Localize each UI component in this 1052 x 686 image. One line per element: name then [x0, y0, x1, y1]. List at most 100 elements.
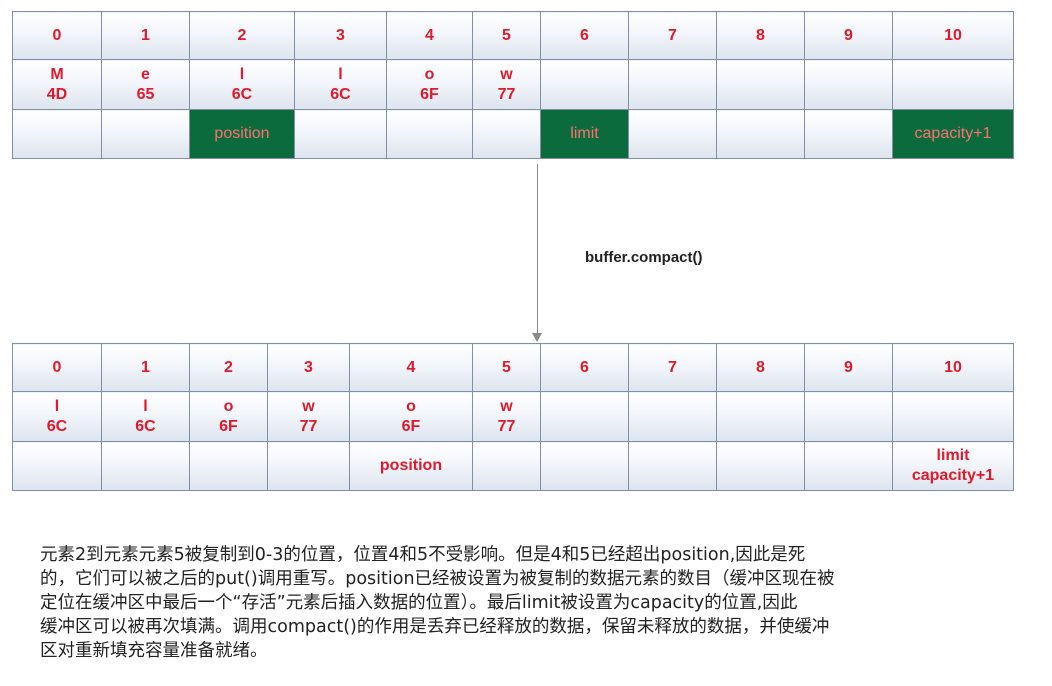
- index-cell: 9: [804, 11, 893, 60]
- value-row: l 6C l 6C o 6F w 77 o 6F w 77: [12, 391, 1014, 442]
- marker-row: position limit capacity+1: [12, 109, 1014, 159]
- value-cell: o 6F: [386, 59, 473, 110]
- value-cell: [628, 391, 717, 442]
- char-label: l: [143, 397, 148, 415]
- capacity-marker: capacity+1: [892, 109, 1014, 159]
- hex-label: 6C: [330, 85, 351, 103]
- marker-cell: [101, 441, 190, 491]
- index-cell: 3: [267, 343, 350, 392]
- value-cell: [892, 391, 1014, 442]
- index-cell: 1: [101, 343, 190, 392]
- char-label: M: [50, 65, 64, 83]
- buffer-after-compact: 0 1 2 3 4 5 6 7 8 9 10 l 6C l 6C o 6F w 77 o…: [12, 343, 1014, 491]
- value-cell: [540, 391, 629, 442]
- hex-label: 77: [299, 417, 318, 435]
- index-cell: 4: [349, 343, 473, 392]
- index-row: 0 1 2 3 4 5 6 7 8 9 10: [12, 343, 1014, 392]
- limit-marker: limit: [540, 109, 629, 159]
- value-cell: [892, 59, 1014, 110]
- marker-cell: [804, 441, 893, 491]
- hex-label: 6C: [231, 85, 253, 103]
- marker-label: limit: [936, 447, 970, 464]
- hex-label: 6F: [420, 85, 439, 103]
- arrow-head-icon: [532, 333, 542, 342]
- index-cell: 9: [804, 343, 893, 392]
- char-label: w: [302, 397, 315, 415]
- index-cell: 7: [628, 343, 717, 392]
- index-cell: 4: [386, 11, 473, 60]
- index-cell: 2: [189, 343, 268, 392]
- marker-label: capacity+1: [911, 467, 995, 484]
- value-cell: [540, 59, 629, 110]
- hex-label: 6F: [219, 417, 238, 435]
- index-cell: 10: [892, 343, 1014, 392]
- marker-cell: [540, 441, 629, 491]
- index-cell: 0: [12, 343, 102, 392]
- index-cell: 10: [892, 11, 1014, 60]
- index-cell: 8: [716, 343, 805, 392]
- value-row: M 4D e 65 l 6C l 6C o 6F w 77: [12, 59, 1014, 110]
- index-cell: 5: [472, 343, 541, 392]
- marker-cell: [716, 441, 805, 491]
- limit-capacity-marker: limit capacity+1: [892, 441, 1014, 491]
- marker-cell: [804, 109, 893, 159]
- marker-cell: [189, 441, 268, 491]
- value-cell: w 77: [472, 391, 541, 442]
- description-line: 的，它们可以被之后的put()调用重写。position已经被设置为被复制的数据…: [40, 569, 835, 589]
- value-cell: o 6F: [189, 391, 268, 442]
- hex-label: 6C: [135, 417, 156, 435]
- char-label: w: [500, 65, 513, 83]
- marker-row: position limit capacity+1: [12, 441, 1014, 491]
- description-line: 元素2到元素元素5被复制到0-3的位置，位置4和5不受影响。但是4和5已经超出p…: [40, 545, 806, 565]
- hex-label: 77: [497, 85, 516, 103]
- marker-cell: [267, 441, 350, 491]
- marker-cell: [628, 441, 717, 491]
- transition-arrow: [537, 164, 538, 340]
- value-cell: w 77: [267, 391, 350, 442]
- value-cell: l 6C: [101, 391, 190, 442]
- marker-cell: [472, 109, 541, 159]
- char-label: l: [54, 397, 60, 415]
- char-label: l: [239, 65, 245, 83]
- marker-label: position: [379, 457, 443, 474]
- index-cell: 6: [540, 11, 629, 60]
- marker-cell: [472, 441, 541, 491]
- index-cell: 5: [472, 11, 541, 60]
- value-cell: [716, 391, 805, 442]
- index-cell: 1: [101, 11, 190, 60]
- index-row: 0 1 2 3 4 5 6 7 8 9 10: [12, 11, 1014, 60]
- marker-cell: [294, 109, 387, 159]
- position-marker: position: [189, 109, 295, 159]
- char-label: e: [141, 65, 150, 83]
- marker-cell: [628, 109, 717, 159]
- index-cell: 2: [189, 11, 295, 60]
- hex-label: 65: [136, 85, 155, 103]
- value-cell: [628, 59, 717, 110]
- hex-label: 77: [497, 417, 516, 435]
- marker-cell: [12, 441, 102, 491]
- value-cell: M 4D: [12, 59, 102, 110]
- hex-label: 4D: [46, 85, 68, 103]
- char-label: o: [406, 397, 416, 415]
- description-line: 区对重新填充容量准备就绪。: [40, 641, 268, 661]
- description-paragraph: 元素2到元素元素5被复制到0-3的位置，位置4和5不受影响。但是4和5已经超出p…: [40, 543, 1005, 663]
- description-line: 缓冲区可以被再次填满。调用compact()的作用是丢弃已经释放的数据，保留未释…: [40, 617, 830, 637]
- value-cell: o 6F: [349, 391, 473, 442]
- value-cell: l 6C: [189, 59, 295, 110]
- hex-label: 6C: [46, 417, 68, 435]
- value-cell: l 6C: [12, 391, 102, 442]
- value-cell: [804, 391, 893, 442]
- index-cell: 0: [12, 11, 102, 60]
- hex-label: 6F: [401, 417, 421, 435]
- description-line: 定位在缓冲区中最后一个“存活”元素后插入数据的位置）。最后limit被设置为ca…: [40, 593, 798, 613]
- char-label: l: [338, 65, 343, 83]
- marker-cell: [101, 109, 190, 159]
- marker-cell: [716, 109, 805, 159]
- operation-label: buffer.compact(): [585, 249, 703, 266]
- value-cell: l 6C: [294, 59, 387, 110]
- value-cell: [804, 59, 893, 110]
- index-cell: 7: [628, 11, 717, 60]
- char-label: o: [223, 397, 234, 415]
- marker-cell: [12, 109, 102, 159]
- value-cell: e 65: [101, 59, 190, 110]
